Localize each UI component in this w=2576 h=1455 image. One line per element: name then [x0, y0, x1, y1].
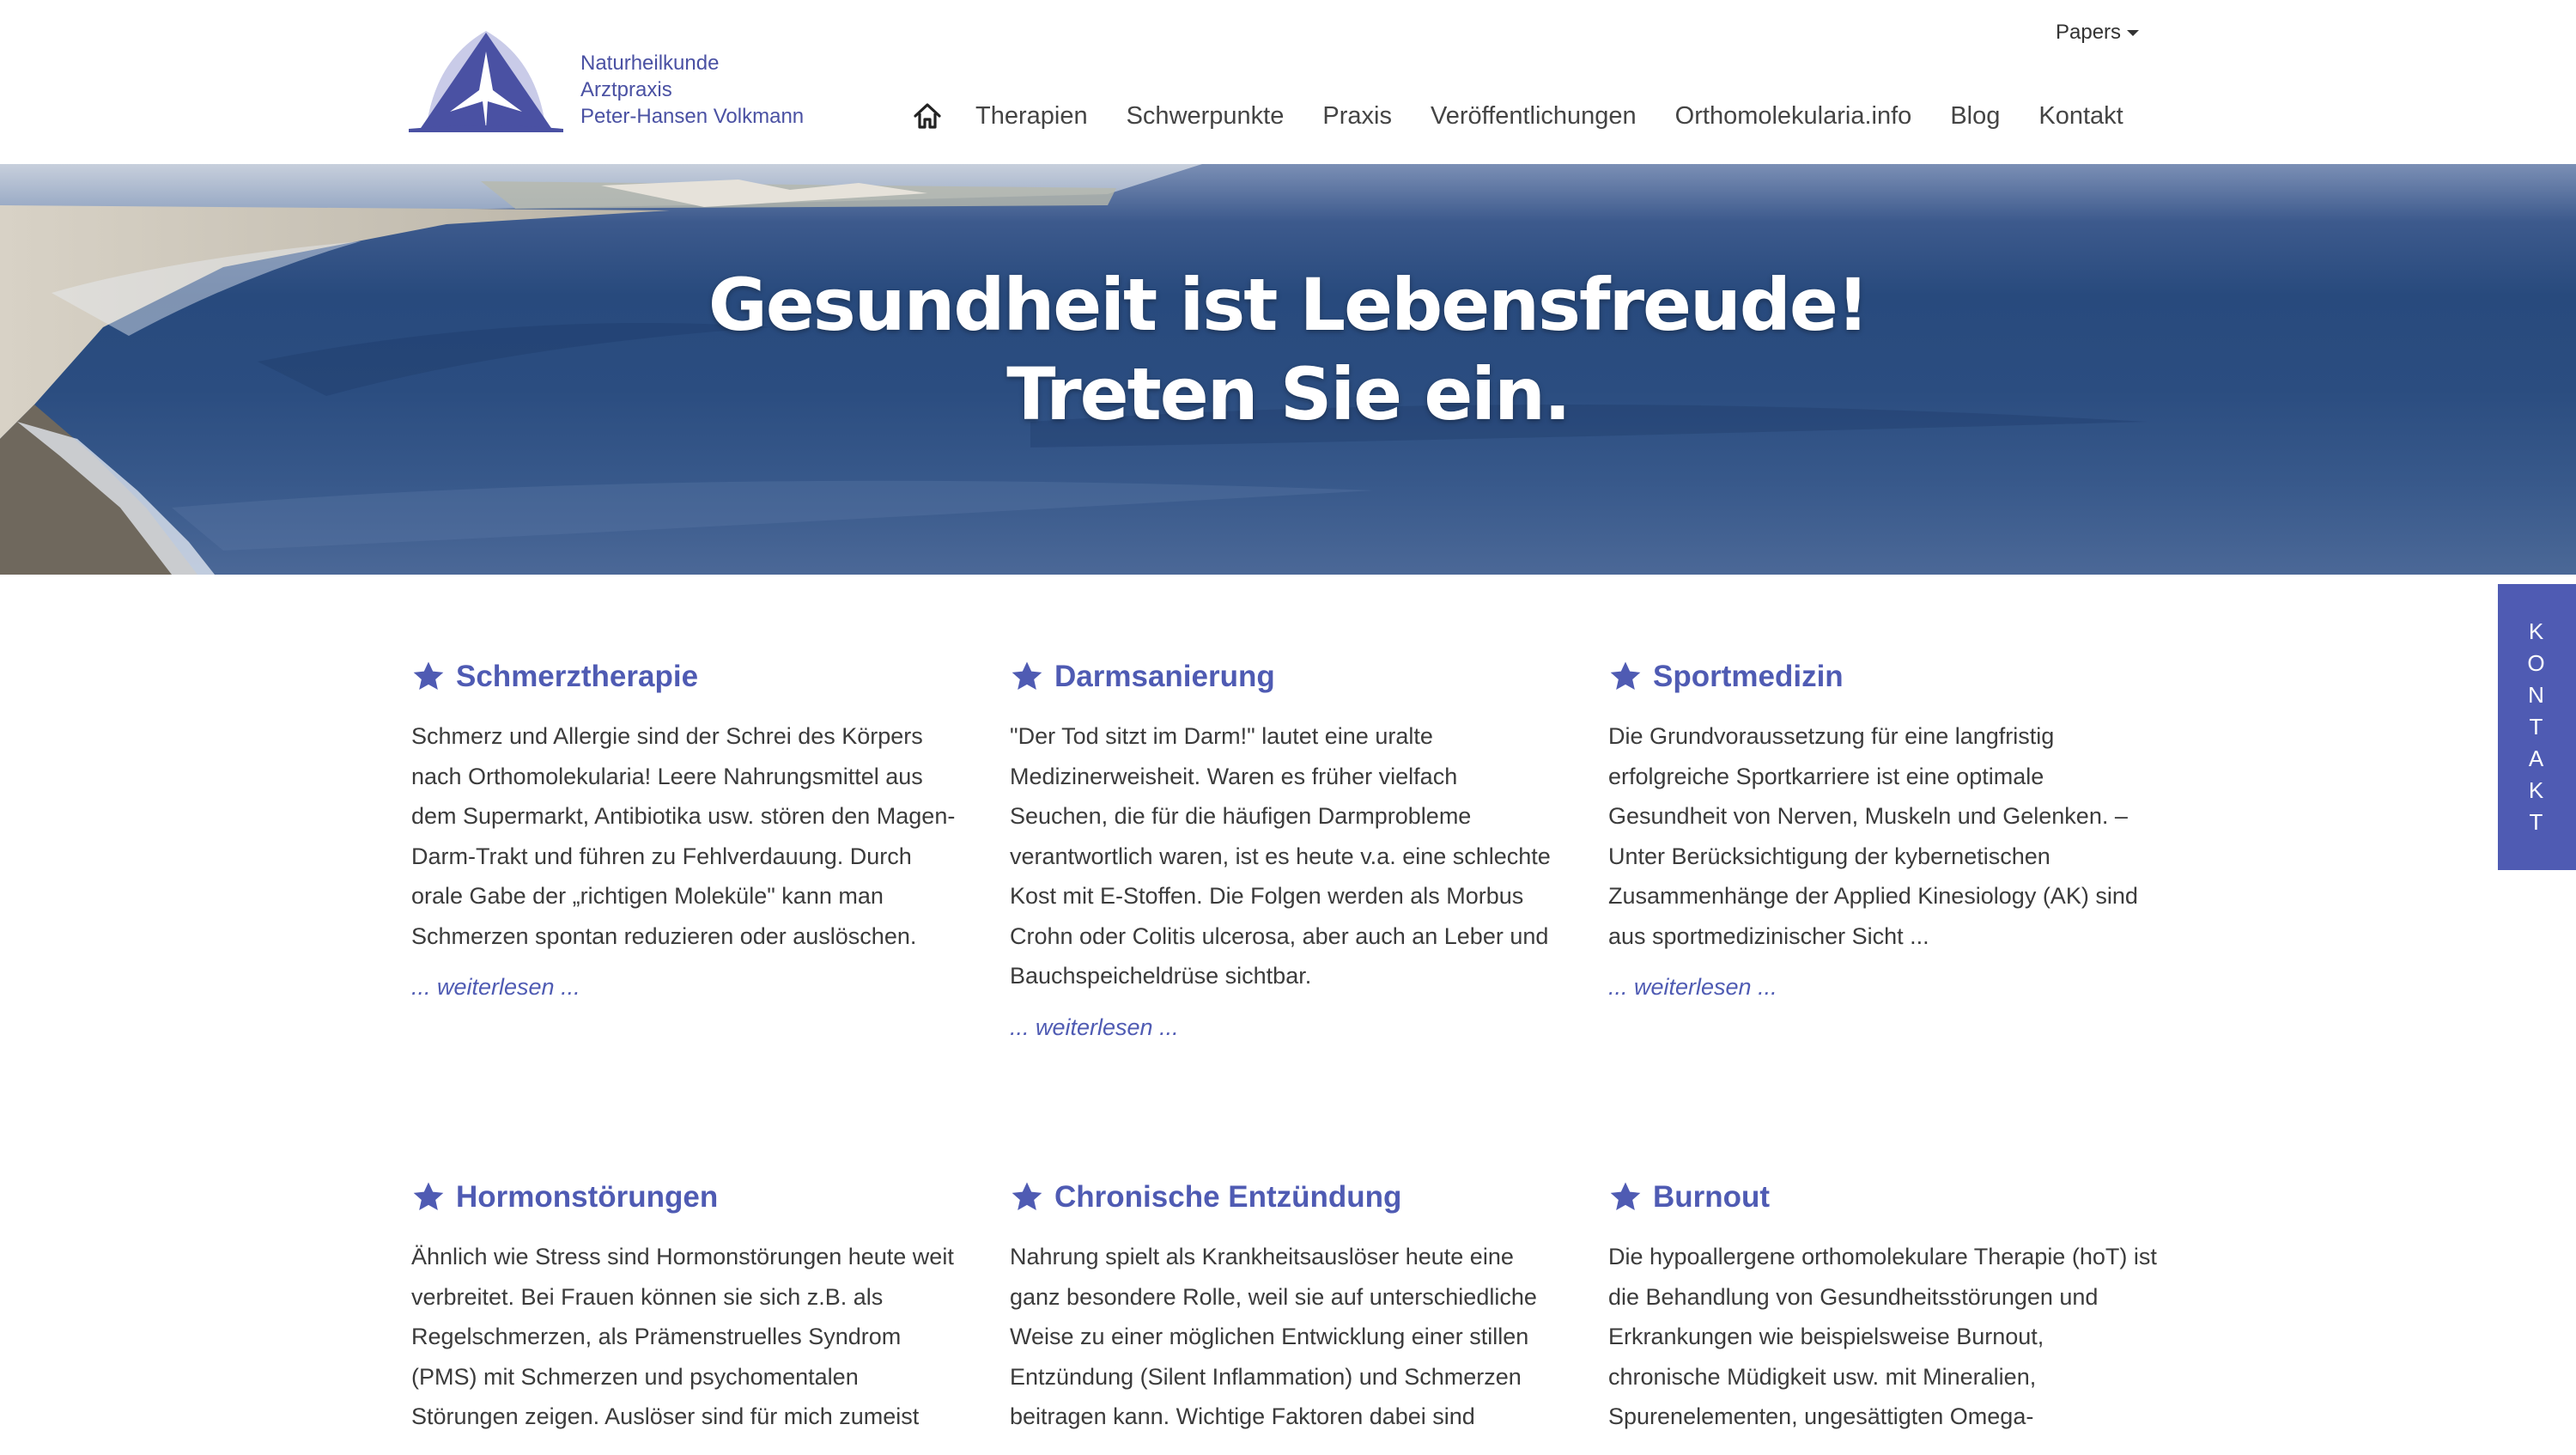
papers-label: Papers	[2056, 21, 2122, 44]
card-darmsanierung: Darmsanierung "Der Tod sitzt im Darm!" l…	[1010, 653, 1559, 1044]
nav-item-praxis[interactable]: Praxis	[1322, 102, 1392, 131]
contact-tab-letter: T	[2529, 714, 2545, 740]
card-title-text: Burnout	[1653, 1180, 1771, 1214]
contact-tab-letter: K	[2528, 618, 2546, 644]
card-hormonstoerungen: Hormonstörungen Ähnlich wie Stress sind …	[411, 1173, 961, 1437]
card-text: "Der Tod sitzt im Darm!" lautet eine ura…	[1010, 723, 1551, 989]
contact-side-tab[interactable]: K O N T A K T	[2498, 584, 2576, 870]
card-title-text: Sportmedizin	[1653, 660, 1844, 693]
read-more-link[interactable]: ... weiterlesen ...	[411, 970, 961, 1004]
card-title[interactable]: Sportmedizin	[1608, 653, 2158, 701]
card-title-text: Schmerztherapie	[456, 660, 699, 693]
main-nav: Therapien Schwerpunkte Praxis Veröffentl…	[908, 94, 2123, 137]
hero-banner: Gesundheit ist Lebensfreude! Treten Sie …	[0, 164, 2576, 575]
logo-line-2: Arztpraxis	[580, 78, 672, 101]
card-title[interactable]: Burnout	[1608, 1173, 2158, 1221]
read-more-link[interactable]: ... weiterlesen ...	[1010, 1010, 1559, 1044]
card-title-text: Darmsanierung	[1054, 660, 1275, 693]
card-text: Nahrung spielt als Krankheitsauslöser he…	[1010, 1244, 1537, 1429]
card-title[interactable]: Hormonstörungen	[411, 1173, 961, 1221]
nav-item-kontakt[interactable]: Kontakt	[2038, 102, 2123, 131]
caret-down-icon	[2127, 30, 2140, 37]
nav-item-veroeffentlichungen[interactable]: Veröffentlichungen	[1431, 102, 1637, 131]
card-title-text: Hormonstörungen	[456, 1180, 719, 1214]
nav-item-schwerpunkte[interactable]: Schwerpunkte	[1127, 102, 1285, 131]
logo-line-3: Peter-Hansen Volkmann	[580, 105, 805, 128]
star-icon	[413, 1182, 444, 1210]
card-text: Die Grundvoraussetzung für eine langfris…	[1608, 723, 2138, 949]
card-title[interactable]: Darmsanierung	[1010, 653, 1559, 701]
site-header: Naturheilkunde Arztpraxis Peter-Hansen V…	[0, 0, 2576, 164]
card-text: Ähnlich wie Stress sind Hormonstörungen …	[411, 1244, 954, 1429]
papers-dropdown[interactable]: Papers	[2056, 21, 2140, 45]
nav-item-blog[interactable]: Blog	[1950, 102, 2000, 131]
star-icon	[413, 661, 444, 690]
card-sportmedizin: Sportmedizin Die Grundvoraussetzung für …	[1608, 653, 2158, 1004]
hero-headline: Gesundheit ist Lebensfreude! Treten Sie …	[0, 260, 2576, 439]
card-chronische-entzuendung: Chronische Entzündung Nahrung spielt als…	[1010, 1173, 1559, 1437]
read-more-link[interactable]: ... weiterlesen ...	[1608, 970, 2158, 1004]
star-icon	[1012, 661, 1042, 690]
card-title[interactable]: Schmerztherapie	[411, 653, 961, 701]
logo-icon	[409, 31, 563, 132]
contact-tab-letter: A	[2528, 746, 2546, 771]
logo-line-1: Naturheilkunde	[580, 52, 720, 75]
card-title[interactable]: Chronische Entzündung	[1010, 1173, 1559, 1221]
card-title-text: Chronische Entzündung	[1054, 1180, 1402, 1214]
star-icon	[1012, 1182, 1042, 1210]
nav-item-orthomolekularia[interactable]: Orthomolekularia.info	[1675, 102, 1912, 131]
contact-tab-letter: K	[2528, 777, 2546, 803]
contact-tab-letter: T	[2529, 809, 2545, 835]
logo-text: Naturheilkunde Arztpraxis Peter-Hansen V…	[580, 50, 804, 130]
card-burnout: Burnout Die hypoallergene orthomolekular…	[1608, 1173, 2158, 1437]
home-icon[interactable]	[908, 97, 946, 135]
contact-tab-letter: N	[2528, 682, 2546, 708]
card-text: Die hypoallergene orthomolekulare Therap…	[1608, 1244, 2157, 1429]
star-icon	[1610, 1182, 1641, 1210]
hero-line-2: Treten Sie ein.	[1006, 352, 1571, 436]
star-icon	[1610, 661, 1641, 690]
contact-tab-letter: O	[2527, 650, 2547, 676]
logo[interactable]: Naturheilkunde Arztpraxis Peter-Hansen V…	[409, 26, 804, 132]
hero-line-1: Gesundheit ist Lebensfreude!	[708, 263, 1869, 347]
card-schmerztherapie: Schmerztherapie Schmerz und Allergie sin…	[411, 653, 961, 1004]
card-text: Schmerz und Allergie sind der Schrei des…	[411, 723, 956, 949]
nav-item-therapien[interactable]: Therapien	[975, 102, 1088, 131]
